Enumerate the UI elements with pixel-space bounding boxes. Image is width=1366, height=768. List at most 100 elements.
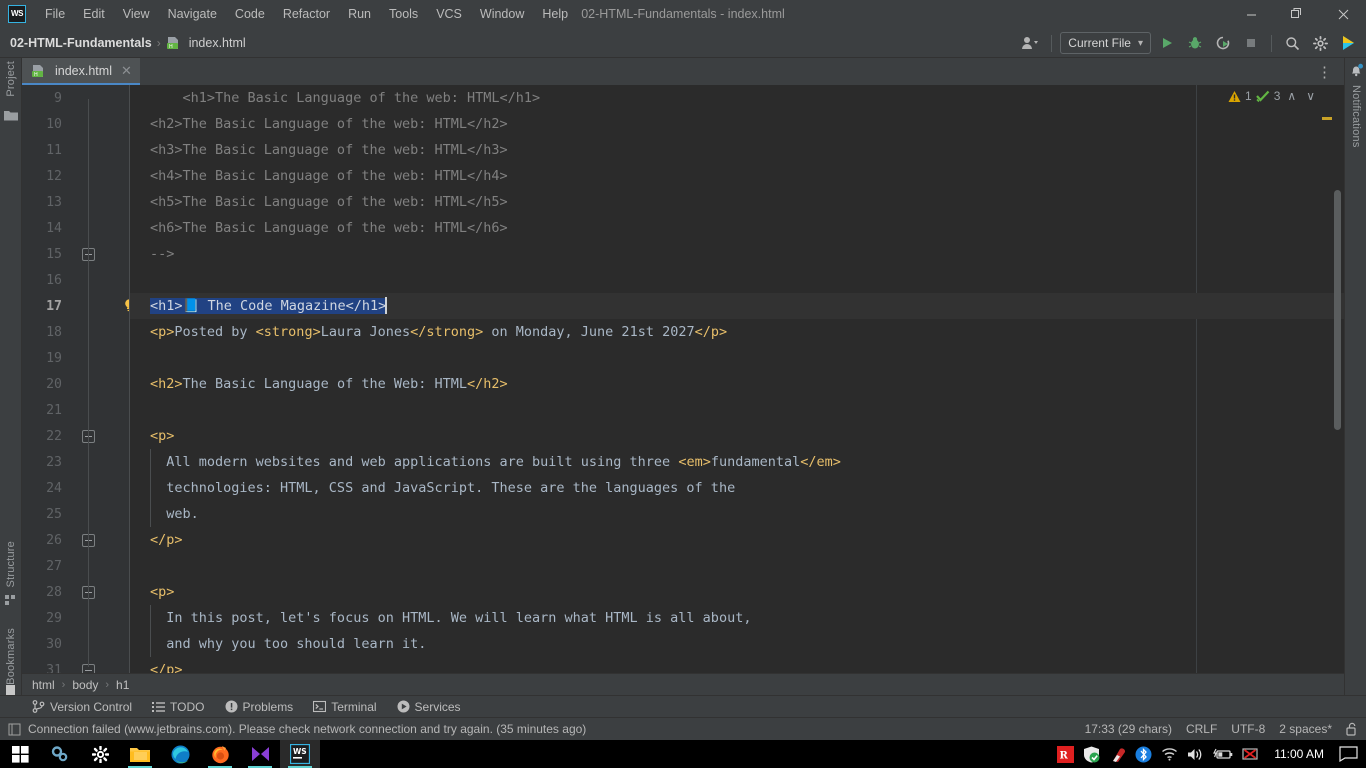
account-icon[interactable] — [1019, 31, 1043, 55]
caret-position[interactable]: 17:33 (29 chars) — [1085, 722, 1172, 736]
code-line[interactable]: <h4>The Basic Language of the web: HTML<… — [130, 163, 1344, 189]
gutter-line[interactable]: 11 — [22, 137, 130, 163]
settings-icon[interactable] — [1308, 31, 1332, 55]
inspection-widget[interactable]: 1 3 ∧ ∨ — [1228, 89, 1318, 103]
breadcrumb-item-html[interactable]: html — [32, 678, 55, 692]
code-line[interactable]: All modern websites and web applications… — [130, 449, 1344, 475]
error-stripe-marker[interactable] — [1322, 117, 1332, 120]
code-line[interactable]: <p> — [130, 579, 1344, 605]
debug-icon[interactable] — [1183, 31, 1207, 55]
volume-icon[interactable] — [1187, 747, 1204, 762]
gutter-line[interactable]: 19 — [22, 345, 130, 371]
gutter-line[interactable]: 23 — [22, 449, 130, 475]
editor-tab-index-html[interactable]: H index.html ✕ — [22, 58, 140, 85]
file-name[interactable]: index.html — [189, 36, 246, 50]
maximize-button[interactable] — [1274, 0, 1320, 28]
settings-app-button[interactable] — [80, 740, 120, 768]
tab-options-icon[interactable]: ⋮ — [1311, 63, 1338, 81]
status-message[interactable]: Connection failed (www.jetbrains.com). P… — [28, 722, 586, 736]
code-editor[interactable]: 9 10 11 12 13 14 15 16 17 18 19 20 21 22 23 24 25 26 27 28 2… — [22, 85, 1344, 673]
code-line[interactable]: web. — [130, 501, 1344, 527]
task-view-button[interactable] — [40, 740, 80, 768]
editor-scrollbar[interactable] — [1334, 190, 1341, 430]
code-line[interactable]: <p>Posted by <strong>Laura Jones</strong… — [130, 319, 1344, 345]
menu-item-vcs[interactable]: VCS — [427, 3, 471, 25]
file-explorer-button[interactable] — [120, 740, 160, 768]
speech-bubble-icon[interactable] — [1339, 746, 1358, 762]
editor-gutter[interactable]: 9 10 11 12 13 14 15 16 17 18 19 20 21 22 23 24 25 26 27 28 2… — [22, 85, 134, 673]
gutter-line[interactable]: 15 — [22, 241, 130, 267]
next-highlight-icon[interactable]: ∨ — [1303, 89, 1318, 103]
sidebar-item-bookmarks[interactable]: Bookmarks — [0, 625, 22, 688]
code-line[interactable]: </p> — [130, 657, 1344, 673]
code-line[interactable]: <h3>The Basic Language of the web: HTML<… — [130, 137, 1344, 163]
gutter-line[interactable]: 18 — [22, 319, 130, 345]
gutter-line[interactable]: 28 — [22, 579, 130, 605]
gutter-line[interactable]: 9 — [22, 85, 130, 111]
code-line[interactable]: In this post, let's focus on HTML. We wi… — [130, 605, 1344, 631]
menu-item-run[interactable]: Run — [339, 3, 380, 25]
menu-item-code[interactable]: Code — [226, 3, 274, 25]
webstorm-button[interactable]: WS — [280, 740, 320, 768]
close-icon[interactable]: ✕ — [121, 63, 132, 79]
sidebar-item-notifications[interactable]: Notifications — [1345, 82, 1366, 151]
tool-window-terminal[interactable]: Terminal — [303, 698, 386, 716]
code-line[interactable]: </p> — [130, 527, 1344, 553]
code-content[interactable]: <h1>The Basic Language of the web: HTML<… — [130, 85, 1344, 673]
sidebar-item-project[interactable]: Project — [0, 58, 22, 100]
gutter-line[interactable]: 22 — [22, 423, 130, 449]
sidebar-item-structure[interactable]: Structure — [0, 538, 22, 590]
gutter-line[interactable]: 16 — [22, 267, 130, 293]
code-line[interactable]: <h2>The Basic Language of the web: HTML<… — [130, 111, 1344, 137]
code-line[interactable] — [130, 397, 1344, 423]
microsoft-edge-button[interactable] — [160, 740, 200, 768]
gutter-line[interactable]: 25 — [22, 501, 130, 527]
gutter-line[interactable]: 21 — [22, 397, 130, 423]
gutter-line[interactable]: 29 — [22, 605, 130, 631]
menu-item-view[interactable]: View — [114, 3, 159, 25]
network-error-icon[interactable] — [1242, 747, 1259, 762]
menu-item-window[interactable]: Window — [471, 3, 533, 25]
code-line[interactable]: and why you too should learn it. — [130, 631, 1344, 657]
gutter-line[interactable]: 12 — [22, 163, 130, 189]
code-line[interactable]: <h5>The Basic Language of the web: HTML<… — [130, 189, 1344, 215]
tool-window-services[interactable]: Services — [387, 698, 471, 716]
tool-window-todo[interactable]: TODO — [142, 698, 214, 716]
minimize-button[interactable] — [1228, 0, 1274, 28]
gutter-line[interactable]: 30 — [22, 631, 130, 657]
file-encoding[interactable]: UTF-8 — [1231, 722, 1265, 736]
code-line[interactable] — [130, 345, 1344, 371]
menu-item-file[interactable]: File — [36, 3, 74, 25]
gutter-line[interactable]: 24 — [22, 475, 130, 501]
run-configuration-selector[interactable]: Current File ▾ — [1060, 32, 1151, 54]
tool-window-version-control[interactable]: Version Control — [22, 698, 142, 716]
menu-item-help[interactable]: Help — [533, 3, 577, 25]
code-line[interactable]: <h6>The Basic Language of the web: HTML<… — [130, 215, 1344, 241]
indent-setting[interactable]: 2 spaces* — [1279, 722, 1332, 736]
start-button[interactable] — [0, 740, 40, 768]
project-name[interactable]: 02-HTML-Fundamentals — [10, 36, 152, 50]
gutter-line[interactable]: 27 — [22, 553, 130, 579]
taskbar-clock[interactable]: 11:00 AM — [1268, 747, 1330, 761]
updates-icon[interactable] — [1336, 31, 1360, 55]
close-button[interactable] — [1320, 0, 1366, 28]
lock-open-icon[interactable] — [1346, 722, 1358, 736]
code-line[interactable] — [130, 267, 1344, 293]
run-icon[interactable] — [1155, 31, 1179, 55]
menu-item-edit[interactable]: Edit — [74, 3, 114, 25]
code-line[interactable]: <p> — [130, 423, 1344, 449]
gutter-line[interactable]: 13 — [22, 189, 130, 215]
ccleaner-icon[interactable] — [1109, 746, 1126, 763]
breadcrumb-item-h1[interactable]: h1 — [116, 678, 129, 692]
windows-security-icon[interactable] — [1083, 746, 1100, 763]
search-everywhere-icon[interactable] — [1280, 31, 1304, 55]
gutter-line[interactable]: 17 — [22, 293, 130, 319]
recording-tray-icon[interactable]: R — [1057, 745, 1075, 763]
previous-highlight-icon[interactable]: ∧ — [1284, 89, 1299, 103]
gutter-line[interactable]: 10 — [22, 111, 130, 137]
code-line[interactable] — [130, 553, 1344, 579]
gutter-line[interactable]: 14 — [22, 215, 130, 241]
bluetooth-icon[interactable] — [1135, 746, 1152, 763]
run-with-coverage-icon[interactable] — [1211, 31, 1235, 55]
tool-window-problems[interactable]: Problems — [215, 698, 304, 716]
